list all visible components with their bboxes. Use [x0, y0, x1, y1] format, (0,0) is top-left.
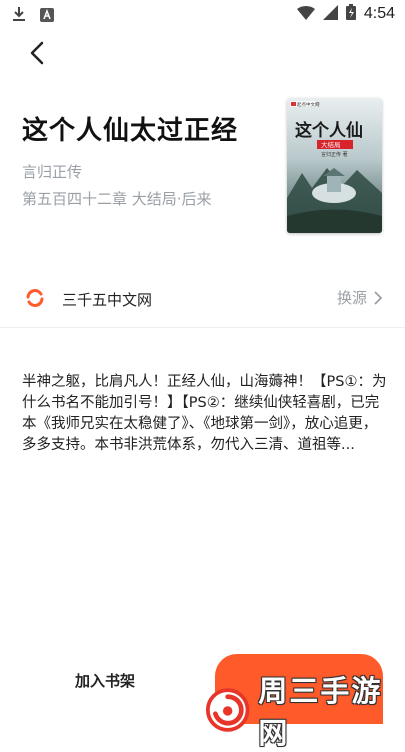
cover-author: 言归正传 著: [321, 151, 348, 158]
switch-source-button[interactable]: 换源: [337, 287, 383, 308]
book-cover[interactable]: 起点中文网 这个人仙 大结局 言归正传 著: [287, 98, 382, 233]
watermark: 周三手游网: [205, 668, 405, 752]
book-author[interactable]: 言归正传: [22, 161, 82, 182]
font-app-icon: [40, 7, 54, 26]
book-description: 半神之躯，比肩凡人！正经人仙，山海薅神！【PS①：为什么书名不能加引号！】【PS…: [22, 374, 387, 453]
signal-icon: [322, 4, 338, 24]
watermark-text: 周三手游网: [258, 674, 383, 750]
status-bar: 4:54: [0, 0, 405, 28]
cover-title-art: 这个人仙: [295, 120, 363, 141]
wifi-icon: [296, 5, 315, 24]
cover-publisher: 起点中文网: [297, 101, 320, 108]
battery-icon: [345, 4, 356, 24]
download-icon: [12, 6, 26, 26]
source-row[interactable]: 三千五中文网 换源: [0, 272, 405, 324]
chevron-left-icon: [30, 41, 44, 65]
latest-chapter[interactable]: 第五百四十二章 大结局·后来: [22, 188, 212, 209]
watermark-logo-icon: [205, 688, 250, 732]
source-name: 三千五中文网: [62, 291, 153, 309]
switch-source-label: 换源: [336, 289, 367, 307]
add-to-shelf-button[interactable]: 加入书架: [75, 670, 135, 691]
chevron-right-icon: [374, 290, 383, 305]
sync-source-icon: [24, 288, 46, 312]
back-button[interactable]: [24, 38, 54, 68]
book-title: 这个人仙太过正经: [22, 116, 239, 146]
divider: [0, 327, 405, 328]
status-time: 4:54: [363, 5, 395, 22]
cover-badge: 大结局: [321, 140, 341, 149]
